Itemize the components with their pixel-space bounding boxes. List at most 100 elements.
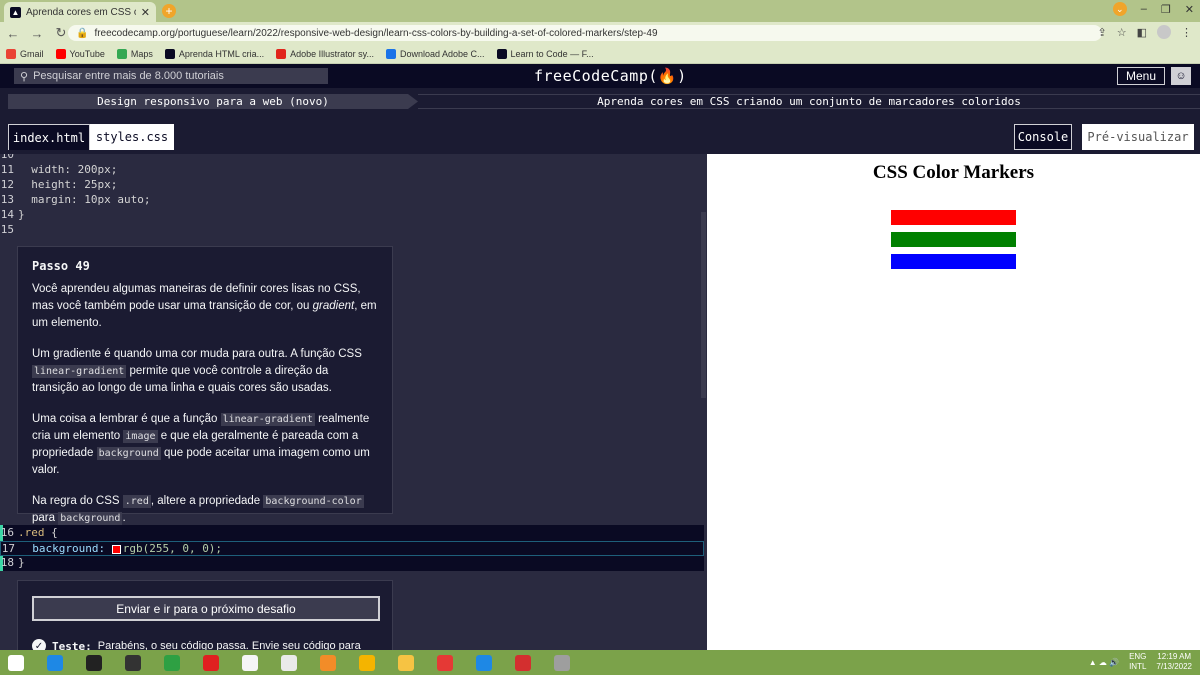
language-indicator[interactable]: ENG INTL [1129,652,1146,672]
bookmarks-bar: Gmail YouTube Maps Aprenda HTML cria... Adob… [0,44,1200,64]
address-bar[interactable]: 🔒 freecodecamp.org/portuguese/learn/2022… [68,25,1102,41]
vscode-icon[interactable] [476,655,492,671]
acrobat-icon[interactable] [515,655,531,671]
app-icon[interactable] [125,655,141,671]
url-text: freecodecamp.org/portuguese/learn/2022/r… [94,27,658,39]
breadcrumb-project[interactable]: Aprenda cores em CSS criando um conjunto… [418,94,1200,109]
forward-arrow-icon[interactable]: → [30,26,44,41]
inline-code: .red [122,495,151,508]
preview-pane: CSS Color Markers [707,154,1200,650]
code-line[interactable]: 13 margin: 10px auto; [0,193,704,208]
reload-icon[interactable]: ↻ [54,25,68,41]
system-tray: ▲ ☁ 🔊 ENG INTL 12:19 AM 7/13/2022 [1089,652,1192,672]
windows-taskbar: ▲ ☁ 🔊 ENG INTL 12:19 AM 7/13/2022 [0,650,1200,675]
inline-code: background [58,512,123,525]
close-tab-icon[interactable]: ✕ [141,6,150,19]
browser-toolbar: ← → ↻ 🔒 freecodecamp.org/portuguese/lear… [0,22,1200,44]
file-icon[interactable] [281,655,297,671]
step-title: Passo 49 [32,259,90,273]
step-description: Passo 49 Você aprendeu algumas maneiras … [17,246,393,525]
new-tab-button[interactable]: + [162,4,176,18]
tab-styles-css[interactable]: styles.css [90,124,174,150]
bookmark-item[interactable]: Aprenda HTML cria... [164,48,264,59]
camera-icon[interactable] [437,655,453,671]
profile-icon[interactable] [1157,25,1171,39]
breadcrumb-course[interactable]: Design responsivo para a web (novo) [8,94,418,109]
editable-code-region[interactable]: 16 .red { 17 background: rgb(255, 0, 0); … [0,525,704,571]
marker-blue [891,254,1016,269]
inline-code: linear-gradient [220,413,315,426]
edge-icon[interactable] [47,655,63,671]
minimize-button[interactable]: – [1141,3,1147,15]
share-icon[interactable]: ⇪ [1098,26,1107,39]
console-button[interactable]: Console [1014,124,1072,150]
bookmark-favicon-icon [116,48,127,59]
windows-start-icon[interactable] [8,655,24,671]
bookmark-star-icon[interactable]: ☆ [1117,26,1127,39]
chrome-active-icon[interactable] [554,655,570,671]
back-arrow-icon[interactable]: ← [6,26,20,41]
sidepanel-icon[interactable]: ◧ [1137,26,1147,39]
color-swatch-icon[interactable] [111,544,121,554]
fcc-favicon-icon: ▲ [10,6,21,18]
browser-tab[interactable]: ▲ Aprenda cores em CSS criando u ✕ [4,2,156,22]
bookmark-favicon-icon [164,48,175,59]
store-icon[interactable] [164,655,180,671]
clock[interactable]: 12:19 AM 7/13/2022 [1156,652,1192,672]
editor-scrollbar[interactable] [701,212,706,398]
code-line[interactable]: 14} [0,208,704,223]
tray-icons[interactable]: ▲ ☁ 🔊 [1089,658,1119,667]
file-icon[interactable] [242,655,258,671]
test-result: ✓ Teste: Parabéns, o seu código passa. E… [32,639,361,650]
chrome-icon[interactable] [359,655,375,671]
search-icon: ⚲ [20,70,29,83]
emphasis-gradient: gradient [312,300,355,312]
bookmark-favicon-icon [55,48,66,59]
bookmark-favicon-icon [276,48,287,59]
code-line[interactable]: 12 height: 25px; [0,178,704,193]
app-icon[interactable] [86,655,102,671]
toolbar-actions: ⇪ ☆ ◧ ⋮ [1098,25,1192,39]
window-controls: ⌄ – ❐ ✕ [1112,2,1194,16]
bookmark-item[interactable]: Download Adobe C... [385,48,485,59]
opera-icon[interactable] [203,655,219,671]
vlc-icon[interactable] [320,655,336,671]
bookmark-favicon-icon [385,48,396,59]
bookmark-item[interactable]: YouTube [55,48,105,59]
lock-icon: 🔒 [76,27,89,39]
inline-code: linear-gradient [32,365,127,378]
close-window-button[interactable]: ✕ [1185,3,1194,16]
search-input[interactable]: ⚲ Pesquisar entre mais de 8.000 tutoriai… [14,68,328,84]
bookmark-favicon-icon [496,48,507,59]
code-line-16[interactable]: 16 .red { [0,526,704,541]
test-panel: Enviar e ir para o próximo desafio ✓ Tes… [17,580,393,650]
code-line-17[interactable]: 17 background: rgb(255, 0, 0); [0,541,704,556]
code-editor[interactable]: 10 11 width: 200px; 12 height: 25px; 13 ma… [0,154,707,650]
breadcrumb: Design responsivo para a web (novo) Apre… [0,88,1200,116]
menu-button[interactable]: Menu [1117,67,1165,85]
code-line[interactable]: 15 [0,223,704,238]
bookmark-item[interactable]: Adobe Illustrator sy... [276,48,374,59]
more-menu-icon[interactable]: ⋮ [1181,26,1192,39]
tab-index-html[interactable]: index.html [8,124,90,150]
search-placeholder: Pesquisar entre mais de 8.000 tutoriais [33,70,224,82]
restore-button[interactable]: ❐ [1161,3,1171,16]
bookmark-item[interactable]: Gmail [6,48,44,59]
folder-icon[interactable] [398,655,414,671]
code-line-18[interactable]: 18} [0,556,704,571]
marker-green [891,232,1016,247]
browser-tab-strip: ▲ Aprenda cores em CSS criando u ✕ + ⌄ –… [0,0,1200,22]
inline-code: background-color [263,495,364,508]
code-line[interactable]: 11 width: 200px; [0,163,704,178]
preview-button[interactable]: Pré-visualizar [1082,124,1194,150]
preview-title: CSS Color Markers [872,162,1035,183]
step-paragraph-3: Uma coisa a lembrar é que a função linea… [32,413,370,476]
tab-search-icon[interactable]: ⌄ [1112,2,1127,16]
user-avatar[interactable]: ☺ [1171,67,1191,85]
inline-code: image [123,430,158,443]
browser-tab-title: Aprenda cores em CSS criando u [26,6,136,18]
bookmark-item[interactable]: Learn to Code — F... [496,48,594,59]
fcc-logo[interactable]: freeCodeCamp(🔥) [534,67,687,85]
bookmark-item[interactable]: Maps [116,48,153,59]
submit-next-button[interactable]: Enviar e ir para o próximo desafio [32,596,380,621]
